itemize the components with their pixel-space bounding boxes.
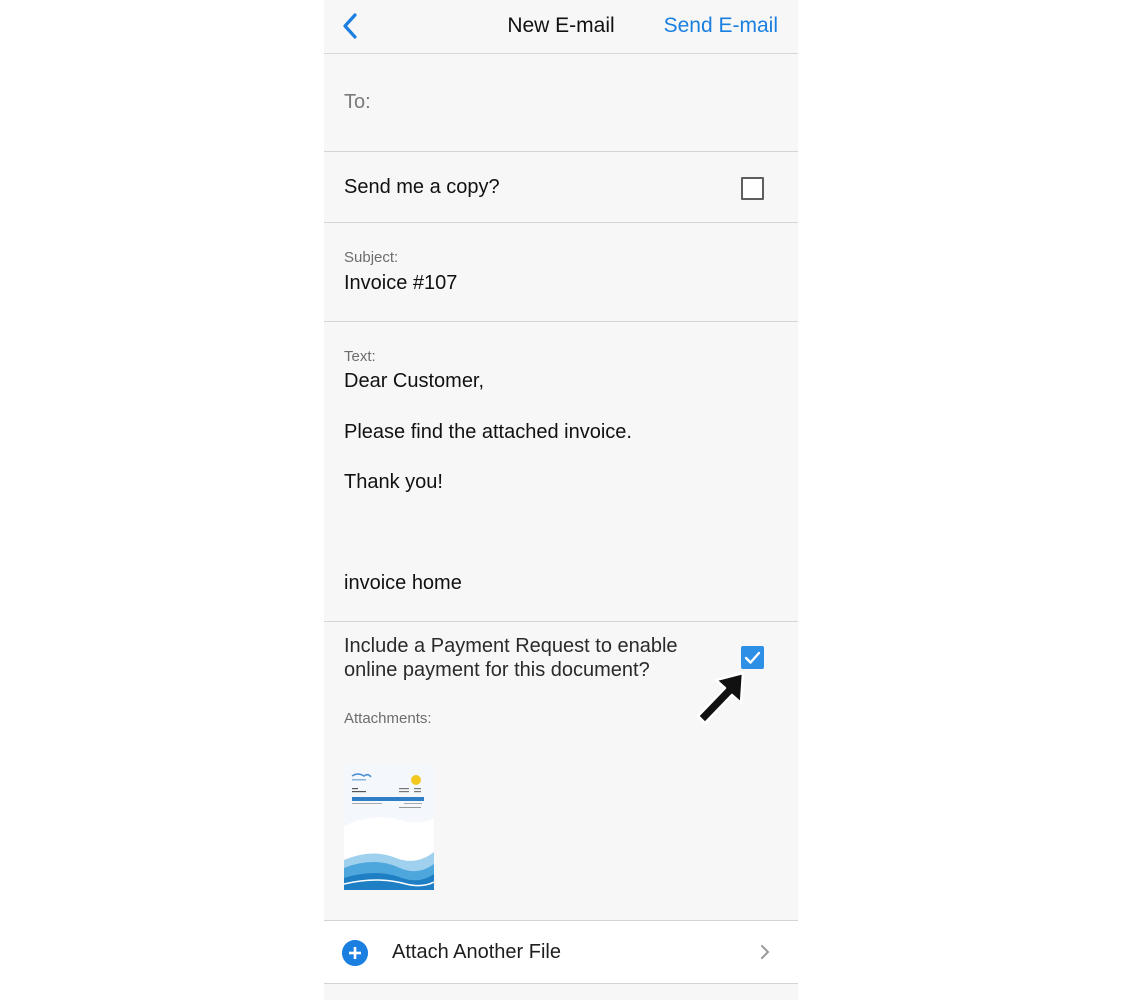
bottom-spacer bbox=[324, 984, 798, 1000]
text-label: Text: bbox=[344, 348, 376, 365]
send-copy-row: Send me a copy? bbox=[324, 152, 798, 223]
to-field[interactable]: To: bbox=[324, 53, 798, 152]
payment-request-label: Include a Payment Request to enable onli… bbox=[344, 635, 678, 681]
attach-another-file-label: Attach Another File bbox=[392, 941, 561, 963]
message-line-body: Please find the attached invoice. bbox=[344, 421, 632, 443]
chevron-right-icon bbox=[761, 945, 769, 959]
checkmark-icon bbox=[744, 651, 761, 664]
arrow-pointer-icon bbox=[696, 671, 745, 725]
message-line-greeting: Dear Customer, bbox=[344, 370, 485, 392]
send-copy-checkbox[interactable] bbox=[741, 177, 764, 200]
navigation-bar: New E-mail Send E-mail bbox=[324, 0, 798, 54]
plus-circle-icon bbox=[342, 940, 368, 966]
chevron-left-icon bbox=[343, 13, 357, 39]
message-body-field[interactable]: Text: Dear Customer, Please find the att… bbox=[324, 322, 798, 622]
to-label: To: bbox=[344, 91, 371, 113]
message-signature: invoice home bbox=[344, 572, 462, 594]
subject-value: Invoice #107 bbox=[344, 272, 458, 294]
email-compose-screen: New E-mail Send E-mail To: Send me a cop… bbox=[324, 0, 798, 1000]
subject-label: Subject: bbox=[344, 249, 399, 266]
send-email-button[interactable]: Send E-mail bbox=[664, 14, 778, 38]
back-button[interactable] bbox=[338, 10, 364, 42]
attach-another-file-row[interactable]: Attach Another File bbox=[324, 921, 798, 984]
subject-field[interactable]: Subject: Invoice #107 bbox=[324, 223, 798, 322]
payment-attachments-section: Include a Payment Request to enable onli… bbox=[324, 622, 798, 921]
message-line-thanks: Thank you! bbox=[344, 471, 443, 493]
invoice-preview-image bbox=[344, 764, 434, 890]
invoice-thumbnail[interactable] bbox=[344, 764, 434, 890]
payment-request-checkbox[interactable] bbox=[741, 646, 764, 669]
attachments-label: Attachments: bbox=[344, 710, 432, 727]
send-copy-label: Send me a copy? bbox=[344, 176, 500, 198]
